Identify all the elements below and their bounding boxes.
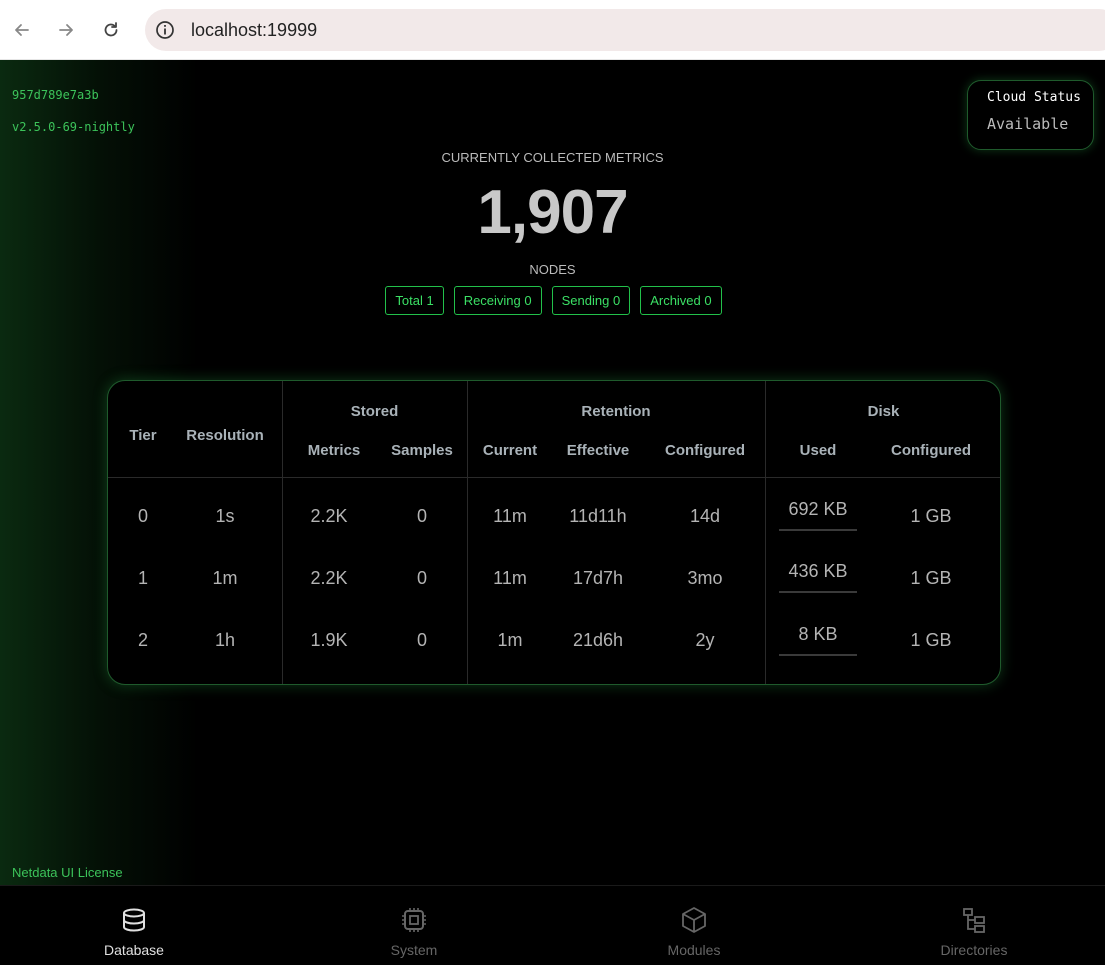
metrics-label: CURRENTLY COLLECTED METRICS (441, 150, 664, 165)
cell-used: 692 KB (788, 499, 848, 519)
cell-configured: 2y (695, 630, 715, 650)
reload-button[interactable] (95, 14, 127, 46)
cell-current: 11m (493, 568, 527, 588)
cell-effective: 17d7h (572, 568, 624, 588)
cell-resolution: 1s (215, 506, 235, 526)
badge-receiving: Receiving 0 (453, 286, 542, 315)
nav-modules-label: Modules (667, 942, 721, 958)
agent-id: 957d789e7a3b (12, 88, 99, 102)
badge-total: Total 1 (385, 286, 444, 315)
nav-directories[interactable]: Directories (904, 886, 1044, 965)
cell-metrics: 2.2K (310, 506, 348, 526)
folder-tree-icon (963, 908, 985, 933)
column-divider (467, 381, 468, 684)
used-underline (779, 591, 857, 593)
header-disk-configured: Configured (891, 442, 971, 459)
cell-tier: 2 (137, 630, 148, 650)
browser-toolbar: localhost:19999 (0, 0, 1105, 60)
nodes-badges: Total 1 Receiving 0 Sending 0 Archived 0 (0, 286, 1105, 315)
header-retention: Retention (581, 403, 651, 420)
cloud-status-card: Cloud Status Available (967, 80, 1094, 150)
nav-modules[interactable]: Modules (624, 886, 764, 965)
database-icon (123, 908, 145, 932)
cell-current: 1m (497, 630, 523, 650)
cell-resolution: 1m (212, 568, 238, 588)
cell-used: 436 KB (788, 561, 848, 581)
badge-sending: Sending 0 (551, 286, 631, 315)
header-divider (108, 477, 1000, 478)
used-underline (779, 529, 857, 531)
cell-samples: 0 (416, 630, 427, 650)
nav-system-label: System (390, 942, 438, 958)
header-disk: Disk (867, 403, 900, 420)
header-stored: Stored (350, 403, 399, 420)
info-icon[interactable] (155, 20, 175, 40)
header-current: Current (482, 442, 538, 459)
nav-directories-label: Directories (940, 942, 1008, 958)
nav-system[interactable]: System (344, 886, 484, 965)
tiers-table: Tier Resolution Stored Retention Disk Me… (107, 380, 1001, 685)
address-bar[interactable]: localhost:19999 (145, 9, 1105, 51)
nodes-label: NODES (529, 262, 576, 277)
column-divider (282, 381, 283, 684)
cell-disk-configured: 1 GB (910, 506, 952, 526)
cell-current: 11m (493, 506, 527, 526)
header-samples: Samples (391, 442, 453, 459)
cpu-icon (402, 908, 426, 932)
cloud-status-value: Available (987, 115, 1069, 133)
agent-version: v2.5.0-69-nightly (12, 120, 135, 134)
bottom-navigation: Database System Modules Directories (0, 885, 1105, 965)
dashboard-page: 957d789e7a3b v2.5.0-69-nightly Cloud Sta… (0, 60, 1105, 885)
cell-disk-configured: 1 GB (910, 630, 952, 650)
header-tier: Tier (129, 427, 157, 444)
cell-samples: 0 (416, 506, 427, 526)
header-metrics: Metrics (307, 442, 361, 459)
cell-used: 8 KB (798, 624, 838, 644)
cloud-status-title: Cloud Status (987, 90, 1081, 105)
cell-resolution: 1h (214, 630, 236, 650)
column-divider (765, 381, 766, 684)
back-button[interactable] (6, 14, 38, 46)
arrow-right-icon (59, 24, 73, 36)
cell-tier: 0 (137, 506, 148, 526)
cell-metrics: 2.2K (310, 568, 348, 588)
cube-icon (682, 907, 706, 933)
header-used: Used (799, 442, 837, 459)
cell-disk-configured: 1 GB (910, 568, 952, 588)
forward-button[interactable] (50, 14, 82, 46)
cell-effective: 21d6h (572, 630, 624, 650)
badge-archived: Archived 0 (640, 286, 722, 315)
arrow-left-icon (15, 24, 29, 36)
header-configured: Configured (665, 442, 745, 459)
cell-metrics: 1.9K (310, 630, 348, 650)
license-link[interactable]: Netdata UI License (12, 865, 123, 880)
cell-effective: 11d11h (569, 506, 627, 526)
header-resolution: Resolution (186, 427, 264, 444)
cell-tier: 1 (137, 568, 148, 588)
reload-icon (104, 22, 118, 37)
url-text[interactable]: localhost:19999 (191, 20, 317, 41)
used-underline (779, 654, 857, 656)
cell-configured: 3mo (687, 568, 723, 588)
cell-samples: 0 (416, 568, 427, 588)
cell-configured: 14d (689, 506, 721, 526)
nav-database[interactable]: Database (64, 886, 204, 965)
metrics-count: 1,907 (477, 178, 628, 247)
header-effective: Effective (566, 442, 630, 459)
nav-database-label: Database (104, 942, 164, 958)
